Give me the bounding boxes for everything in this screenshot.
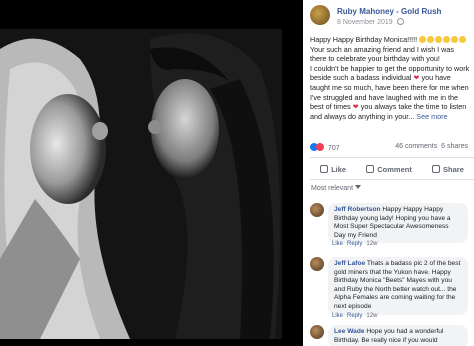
comment-count[interactable]: 46 comments [395,143,437,150]
comment-label: Comment [377,164,412,174]
post-header: Ruby Mahoney - Gold Rush 8 November 2019 [310,5,474,29]
divider [310,179,474,180]
heart-icon: ❤ [352,102,359,112]
post-meta: 8 November 2019 [337,18,404,26]
comment-reply-link[interactable]: Reply [347,313,362,319]
post-text-line: Your such an amazing friend and I wish I… [310,44,454,64]
like-label: Like [331,164,347,174]
emoji-icon [451,36,459,43]
divider [310,157,474,158]
post-actions: Like Comment Share [310,161,474,177]
comment-time[interactable]: 12w [366,313,377,319]
comment-time[interactable]: 12w [366,241,377,247]
post-panel: Ruby Mahoney - Gold Rush 8 November 2019… [303,0,474,346]
emoji-icon [459,36,467,43]
thumbs-up-icon [320,165,329,173]
post-text: Happy Happy Birthday Monica!!!!! Your su… [310,35,470,121]
photo-viewer [0,0,303,346]
comment-text: Thats a badass pic 2 of the best gold mi… [334,260,461,310]
comment-actions: Like Reply 12w [332,241,381,247]
post-text-line: Happy Happy Birthday Monica!!!!! [310,35,470,45]
emoji-icon [443,36,451,43]
commenter-name[interactable]: Lee Wade [334,328,365,335]
commenter-avatar[interactable] [310,203,324,217]
globe-icon [396,18,404,25]
share-icon [432,165,441,173]
love-reaction-icon [316,143,324,151]
commenter-avatar[interactable] [310,257,324,271]
reaction-count[interactable]: 707 [328,145,340,152]
post-text-line: I couldn't be happier to get the opportu… [310,64,470,122]
comment-sort-label: Most relevant [311,185,354,192]
commenter-name[interactable]: Jeff Robertson [334,206,381,213]
emoji-icon [435,36,443,43]
commenter-avatar[interactable] [310,325,324,339]
post-date[interactable]: 8 November 2019 [337,19,393,26]
share-count[interactable]: 6 shares [441,143,468,150]
see-more-link[interactable]: See more [416,112,447,121]
like-button[interactable]: Like [320,165,346,174]
emoji-icon [419,36,427,43]
post-text-greeting: Happy Happy Birthday Monica!!!!! [310,35,418,44]
post-photo[interactable] [0,29,282,339]
comment-like-link[interactable]: Like [332,313,343,319]
share-label: Share [443,164,464,174]
comment-bubble: Jeff Lafoe Thats a badass pic 2 of the b… [328,257,468,315]
comment-actions: Like Reply 12w [332,313,381,319]
chevron-down-icon [355,185,362,189]
photo-illustration [0,29,282,339]
heart-icon: ❤ [413,73,420,83]
engagement-counts: 46 comments 6 shares [395,143,468,150]
comment-reply-link[interactable]: Reply [347,241,362,247]
comment-bubble: Jeff Robertson Happy Happy Happy Birthda… [328,203,468,244]
commenter-name[interactable]: Jeff Lafoe [334,260,365,267]
comment-like-link[interactable]: Like [332,241,343,247]
emoji-icon [427,36,435,43]
share-button[interactable]: Share [432,165,464,174]
comment-button[interactable]: Comment [366,165,412,174]
comment-sort-dropdown[interactable]: Most relevant [311,185,362,192]
author-name[interactable]: Ruby Mahoney - Gold Rush [337,7,441,16]
reactions-bar: 707 46 comments 6 shares [310,143,474,155]
comment-bubble: Lee Wade Hope you had a wonderful Birthd… [328,325,468,346]
comment-icon [366,165,375,173]
author-avatar[interactable] [310,5,330,25]
